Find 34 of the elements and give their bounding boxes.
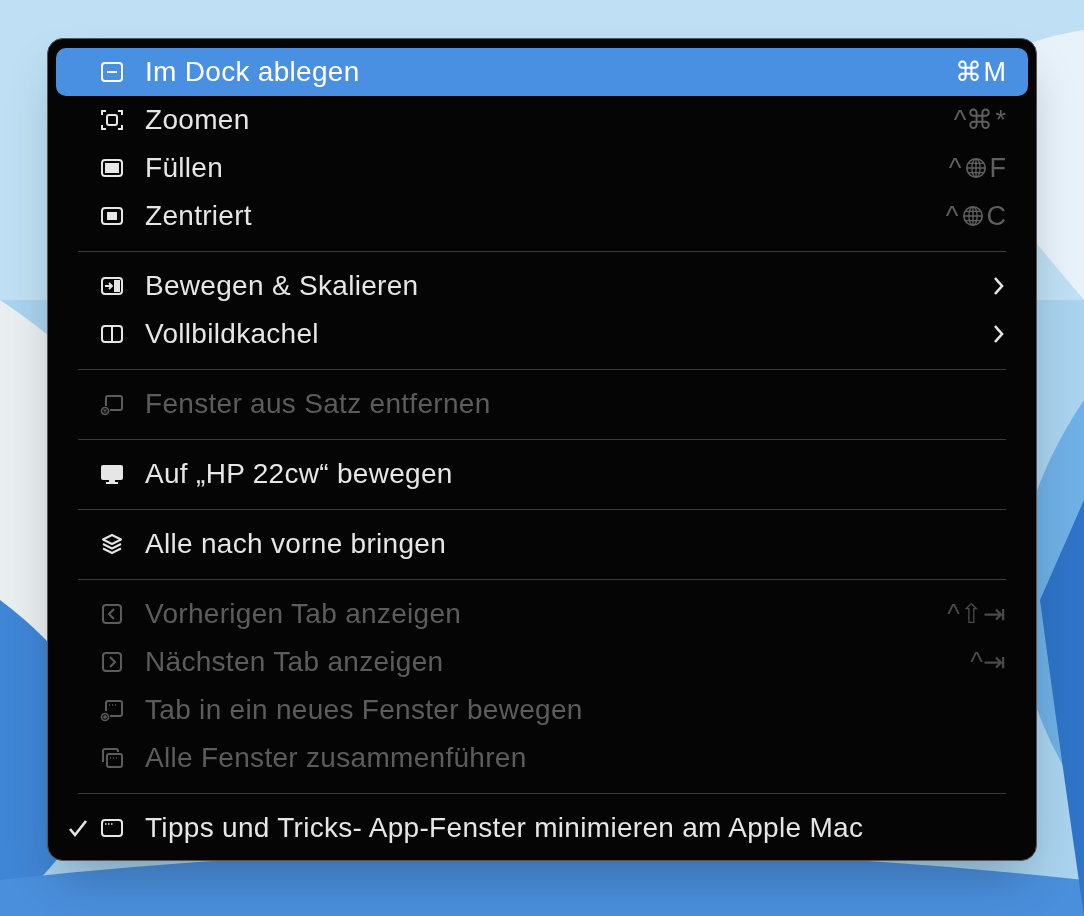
menu-item[interactable]: Auf „HP 22cw“ bewegen [56, 450, 1028, 498]
monitor-icon [100, 462, 124, 486]
menu-item[interactable]: Vollbildkachel [56, 310, 1028, 358]
menu-item[interactable]: Zoomen ^⌘* [56, 96, 1028, 144]
shortcut-key: M [983, 51, 1006, 93]
new-window-tab-icon [100, 698, 124, 722]
shortcut-key: F [989, 147, 1006, 189]
layers-icon [100, 532, 124, 556]
globe-icon [964, 157, 987, 179]
stacked-windows-icon [100, 746, 124, 770]
previous-tab-icon [100, 602, 124, 626]
window-center-icon [100, 204, 124, 228]
next-tab-icon [100, 650, 124, 674]
menu-item[interactable]: Bewegen & Skalieren [56, 262, 1028, 310]
shortcut-key: ^ [948, 147, 962, 189]
window-icon [100, 816, 124, 840]
shortcut-key: ⌘ [954, 51, 982, 93]
shortcut-key: * [995, 99, 1006, 141]
globe-icon [961, 205, 984, 227]
zoom-frame-icon [100, 108, 124, 132]
window-move-icon [100, 274, 124, 298]
window-remove-icon [100, 392, 124, 416]
shortcut-key: ^⇥ [970, 641, 1006, 683]
window-minus-icon [100, 60, 124, 84]
window-fill-icon [100, 156, 124, 180]
menu-item[interactable]: Zentriert ^ C [56, 192, 1028, 240]
shortcut-key: ^⇧⇥ [947, 593, 1006, 635]
menu-item[interactable]: Alle nach vorne bringen [56, 520, 1028, 568]
shortcut-key: ^⌘ [953, 99, 994, 141]
shortcut-key: ^ [945, 195, 959, 237]
split-window-icon [100, 322, 124, 346]
shortcut-key: C [986, 195, 1006, 237]
menu-item[interactable]: Füllen ^ F [56, 144, 1028, 192]
menu-item[interactable]: Tipps und Tricks- App-Fenster minimieren am Apple Mac [56, 804, 1028, 852]
